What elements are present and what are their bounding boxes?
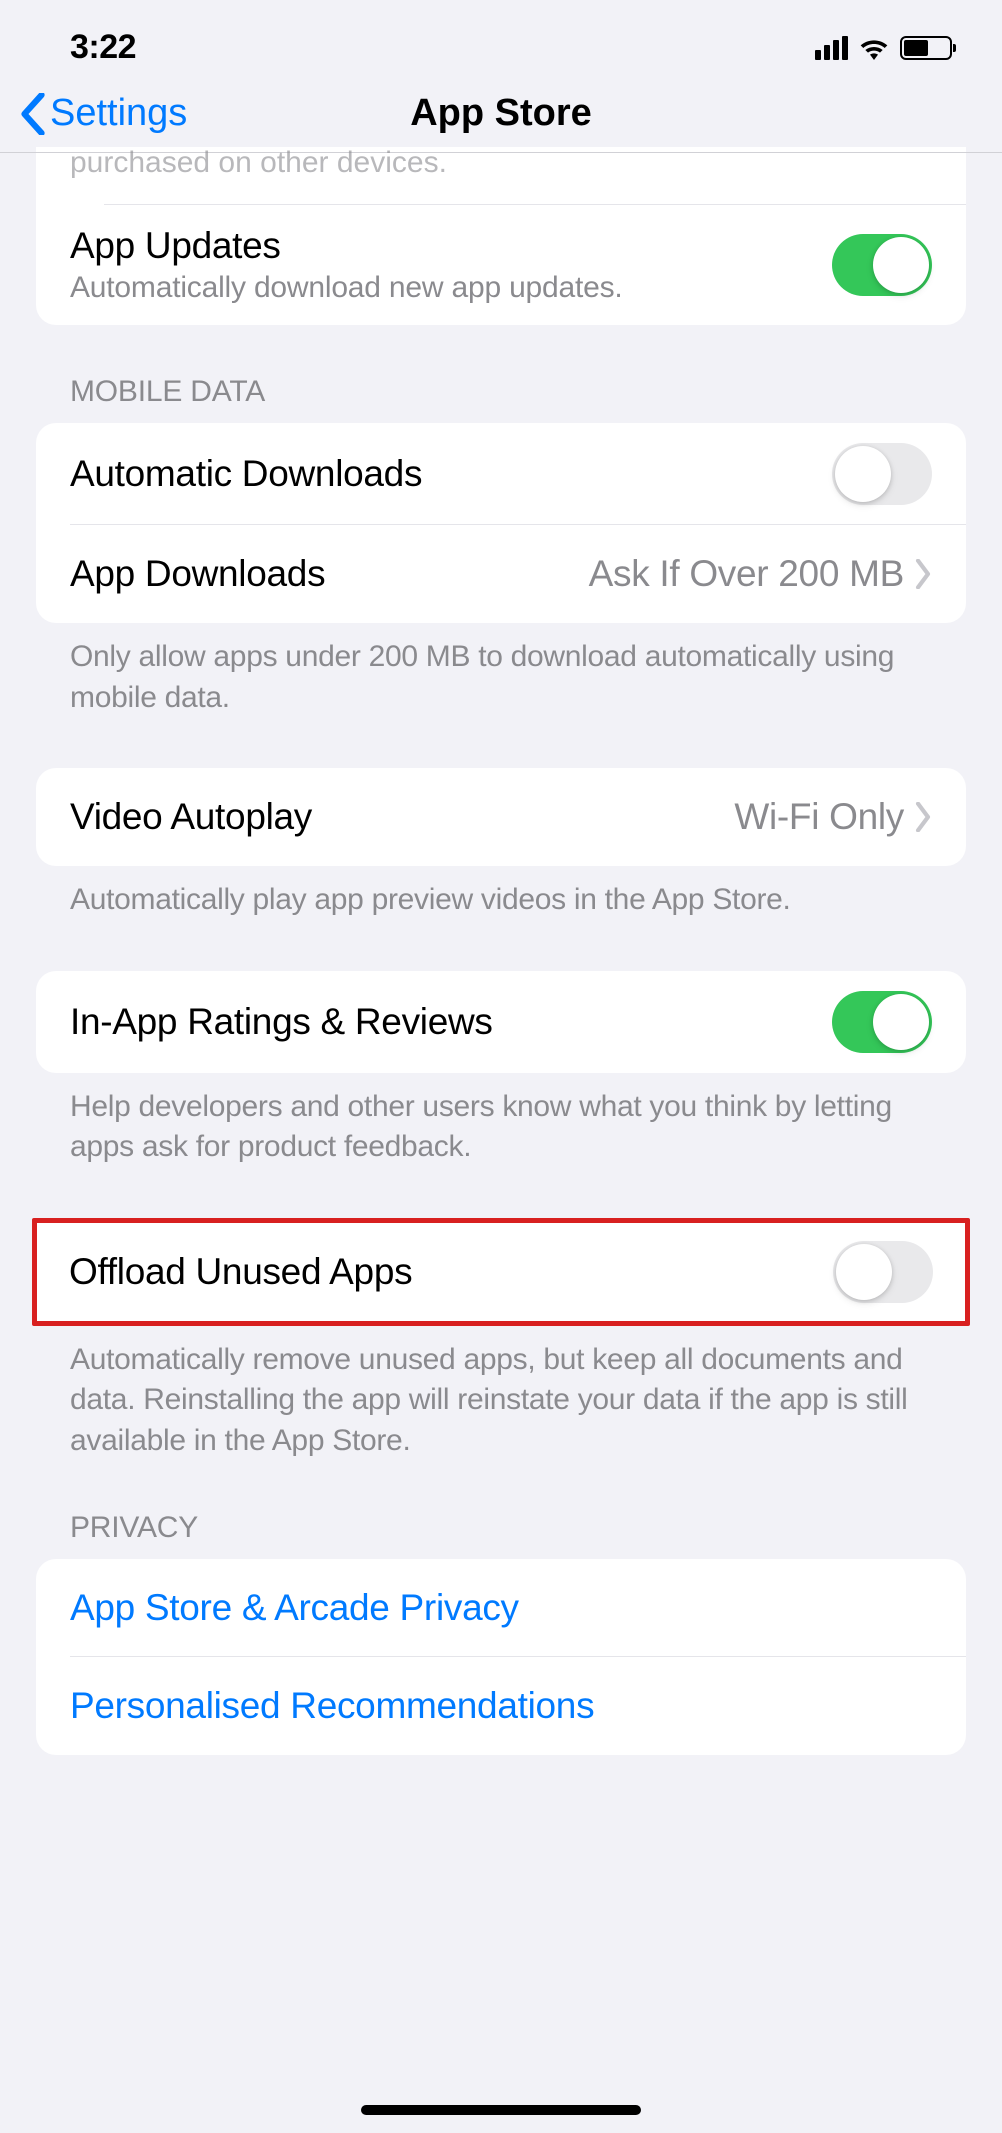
automatic-downloads-toggle[interactable]: [832, 443, 932, 505]
row-automatic-downloads[interactable]: Automatic Downloads: [36, 423, 966, 525]
section-video-autoplay: Video Autoplay Wi-Fi Only: [36, 768, 966, 866]
app-downloads-value: Ask If Over 200 MB: [589, 553, 904, 595]
status-time: 3:22: [70, 28, 136, 67]
section-mobile-data: Automatic Downloads App Downloads Ask If…: [36, 423, 966, 623]
section-automatic-downloads-partial: purchased on other devices. App Updates …: [36, 147, 966, 325]
chevron-right-icon: [914, 802, 932, 832]
section-privacy: App Store & Arcade Privacy Personalised …: [36, 1559, 966, 1755]
row-app-downloads[interactable]: App Downloads Ask If Over 200 MB: [36, 525, 966, 623]
section-header-privacy: PRIVACY: [0, 1471, 1002, 1559]
app-downloads-title: App Downloads: [70, 553, 589, 595]
row-ratings[interactable]: In-App Ratings & Reviews: [36, 971, 966, 1073]
row-video-autoplay[interactable]: Video Autoplay Wi-Fi Only: [36, 768, 966, 866]
row-offload-unused-apps[interactable]: Offload Unused Apps: [37, 1223, 965, 1321]
wifi-icon: [858, 36, 890, 60]
offload-footer: Automatically remove unused apps, but ke…: [0, 1326, 1002, 1472]
section-ratings: In-App Ratings & Reviews: [36, 971, 966, 1073]
back-label: Settings: [50, 92, 187, 135]
offload-toggle[interactable]: [833, 1241, 933, 1303]
row-personalised-recommendations[interactable]: Personalised Recommendations: [36, 1657, 966, 1755]
truncated-footer: purchased on other devices.: [36, 147, 966, 200]
status-bar: 3:22: [0, 0, 1002, 75]
ratings-toggle[interactable]: [832, 991, 932, 1053]
app-updates-title: App Updates: [70, 225, 832, 267]
ratings-title: In-App Ratings & Reviews: [70, 1001, 832, 1043]
privacy-link-1: App Store & Arcade Privacy: [70, 1587, 519, 1629]
row-privacy-appstore-arcade[interactable]: App Store & Arcade Privacy: [36, 1559, 966, 1657]
ratings-footer: Help developers and other users know wha…: [0, 1073, 1002, 1178]
nav-bar: Settings App Store: [0, 75, 1002, 153]
page-title: App Store: [410, 92, 592, 135]
battery-icon: [900, 36, 952, 60]
section-header-mobile-data: MOBILE DATA: [0, 325, 1002, 423]
row-app-updates[interactable]: App Updates Automatically download new a…: [36, 205, 966, 325]
video-autoplay-title: Video Autoplay: [70, 796, 734, 838]
app-updates-toggle[interactable]: [832, 234, 932, 296]
status-icons: [815, 36, 952, 60]
back-button[interactable]: Settings: [20, 92, 187, 135]
automatic-downloads-title: Automatic Downloads: [70, 453, 832, 495]
video-autoplay-footer: Automatically play app preview videos in…: [0, 866, 1002, 931]
offload-title: Offload Unused Apps: [69, 1251, 833, 1293]
privacy-link-2: Personalised Recommendations: [70, 1685, 594, 1727]
cellular-signal-icon: [815, 36, 848, 60]
video-autoplay-value: Wi-Fi Only: [734, 796, 904, 838]
chevron-left-icon: [20, 93, 46, 135]
app-updates-subtitle: Automatically download new app updates.: [70, 271, 832, 305]
mobile-data-footer: Only allow apps under 200 MB to download…: [0, 623, 1002, 728]
highlighted-offload-section: Offload Unused Apps: [32, 1218, 970, 1326]
home-indicator[interactable]: [361, 2105, 641, 2115]
chevron-right-icon: [914, 559, 932, 589]
